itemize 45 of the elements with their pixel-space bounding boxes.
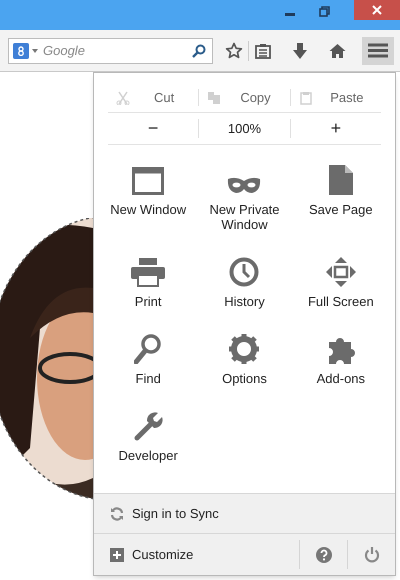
search-input[interactable]: Google <box>43 40 192 60</box>
page-icon <box>328 165 353 195</box>
search-icon[interactable] <box>192 44 206 58</box>
menu-item[interactable]: Find <box>100 330 196 386</box>
sync-row[interactable]: Sign in to Sync <box>94 493 395 533</box>
wrench-icon <box>133 411 164 441</box>
menu-item[interactable]: New Window <box>100 161 196 232</box>
sync-icon <box>110 506 124 520</box>
window-icon <box>132 167 164 195</box>
restore-icon[interactable] <box>319 6 330 17</box>
question-mark-icon <box>316 546 332 562</box>
clock-icon <box>229 257 260 287</box>
zoom-out-button[interactable]: − <box>108 113 198 144</box>
zoom-level-button[interactable]: 100% <box>199 113 290 144</box>
plus-icon <box>110 548 124 562</box>
download-icon[interactable] <box>292 42 308 60</box>
menu-item[interactable]: Add-ons <box>292 330 389 386</box>
clipboard-icon[interactable] <box>255 42 271 58</box>
menu-item[interactable]: Options <box>196 330 293 386</box>
search-engine-icon[interactable] <box>13 42 29 58</box>
arrows-icon <box>326 257 356 287</box>
close-button[interactable] <box>354 0 400 20</box>
gear-icon <box>229 334 260 364</box>
magnifier-icon <box>134 334 162 364</box>
menu-item[interactable]: Save Page <box>292 161 389 232</box>
menu-button[interactable] <box>362 36 394 64</box>
caret-icon <box>32 48 38 52</box>
menu-item[interactable]: History <box>196 253 293 309</box>
close-icon <box>372 5 382 15</box>
mask-icon <box>227 177 262 195</box>
clipboard-icon <box>298 90 313 104</box>
printer-icon <box>131 257 166 287</box>
star-icon[interactable] <box>225 42 243 60</box>
scissors-icon <box>116 90 130 104</box>
menu-item[interactable]: Print <box>100 253 196 309</box>
home-icon[interactable] <box>329 42 346 58</box>
sync-label: Sign in to Sync <box>132 504 219 523</box>
zoom-in-button[interactable]: + <box>290 113 381 144</box>
search-field[interactable]: Google <box>8 38 213 64</box>
menu-item[interactable]: New Private Window <box>196 161 293 232</box>
menu-icon <box>368 43 388 58</box>
menu-item[interactable]: Full Screen <box>292 253 389 309</box>
power-icon <box>364 546 380 563</box>
menu-item[interactable]: Developer <box>100 407 196 463</box>
copy-icon <box>207 90 222 104</box>
